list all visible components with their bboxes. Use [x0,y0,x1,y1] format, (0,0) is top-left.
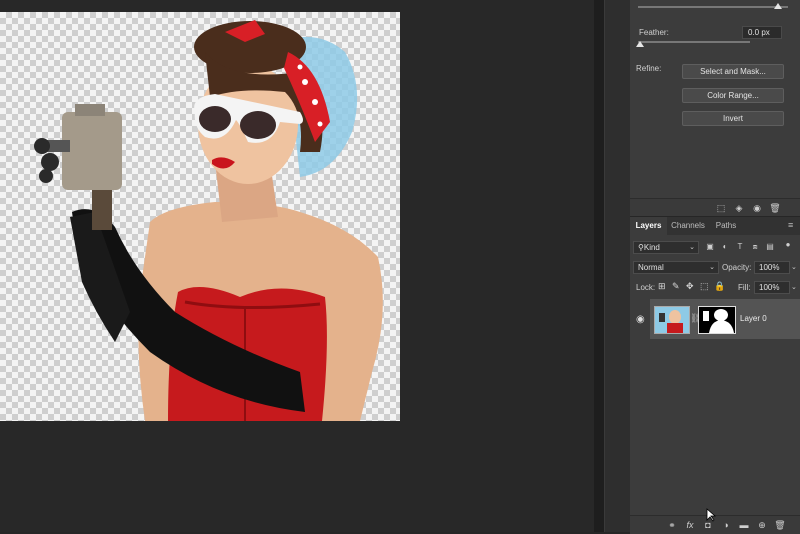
feather-input[interactable]: 0.0 px [742,26,782,39]
tab-channels[interactable]: Channels [667,217,709,235]
shape-filter-icon[interactable]: ⧈ [750,242,760,252]
properties-panel: Feather: 0.0 px Refine: Select and Mask.… [630,0,800,198]
pixel-filter-icon[interactable]: ▣ [705,242,715,252]
layer-thumbnail[interactable] [654,306,690,334]
lock-position-icon[interactable]: ✥ [686,281,694,292]
mask-icon[interactable]: ◈ [733,202,745,214]
fill-value: 100% [759,283,780,292]
opacity-label: Opacity: [722,263,752,272]
document-canvas[interactable] [0,12,400,421]
eye-icon[interactable]: ◉ [636,314,645,325]
layers-tab-bar: Layers Channels Paths ≡ [630,217,800,235]
lock-artboard-icon[interactable]: ⬚ [700,281,709,292]
eye-icon[interactable]: ◉ [751,202,763,214]
chevron-down-icon: ⌄ [709,264,715,271]
fill-input[interactable]: 100% [754,281,790,294]
trash-icon[interactable]: 🗑 [769,202,781,214]
lock-transparent-icon[interactable]: ⊞ [658,281,666,292]
fill-chevron-icon[interactable]: ⌄ [791,283,797,291]
lock-label: Lock: [636,283,656,292]
cursor-icon [706,508,716,522]
folder-icon[interactable]: ▬ [738,519,750,531]
layer-row[interactable]: ⛓ Layer 0 [650,299,800,339]
opacity-value: 100% [759,263,780,272]
feather-label: Feather: [639,28,669,37]
link-layers-icon[interactable]: ⚭ [666,519,678,531]
lock-all-icon[interactable]: 🔒 [714,281,725,292]
top-slider-track[interactable] [638,6,788,8]
feather-slider-track[interactable] [638,41,750,43]
thumbnail-image-icon [659,310,683,333]
adjustment-layer-icon[interactable]: ◑ [720,519,732,531]
lock-brush-icon[interactable]: ✎ [672,281,680,292]
properties-footer: ⬚ ◈ ◉ 🗑 [630,198,800,217]
type-filter-icon[interactable]: T [735,242,745,252]
selection-icon[interactable]: ⬚ [715,202,727,214]
fill-label: Fill: [738,283,751,292]
opacity-chevron-icon[interactable]: ⌄ [791,263,797,271]
layer-name[interactable]: Layer 0 [740,314,767,323]
filter-kind-value: Kind [643,243,660,252]
fx-icon[interactable]: fx [684,519,696,531]
smart-object-filter-icon[interactable]: ▤ [765,242,775,252]
top-slider-thumb[interactable] [774,3,782,9]
collapsed-panel-strip[interactable] [604,0,631,532]
invert-button[interactable]: Invert [682,111,784,126]
blend-mode-value: Normal [638,263,664,272]
color-range-button[interactable]: Color Range... [682,88,784,103]
adjustment-filter-icon[interactable]: ◐ [720,242,730,252]
tab-layers[interactable]: Layers [630,217,667,235]
refine-label: Refine: [636,64,662,73]
select-and-mask-button[interactable]: Select and Mask... [682,64,784,79]
chevron-down-icon: ⌄ [689,244,695,251]
mask-silhouette-icon [703,309,734,333]
opacity-input[interactable]: 100% [754,261,790,274]
filter-kind-dropdown[interactable]: ⚲Kind ⌄ [633,241,699,254]
trash-icon[interactable]: 🗑 [774,519,786,531]
new-layer-icon[interactable]: ⊕ [756,519,768,531]
layer-mask-thumbnail[interactable] [698,306,736,334]
pinup-photo [34,20,383,421]
feather-slider-thumb[interactable] [636,41,644,47]
panel-menu-icon[interactable]: ≡ [788,220,793,230]
layers-panel: Layers Channels Paths ≡ ⚲Kind ⌄ ▣ ◐ T ⧈ … [630,216,800,534]
panel-divider[interactable] [594,0,604,532]
filter-toggle-icon[interactable]: ● [783,240,793,250]
blend-mode-dropdown[interactable]: Normal ⌄ [633,261,719,274]
tab-paths[interactable]: Paths [709,217,743,235]
